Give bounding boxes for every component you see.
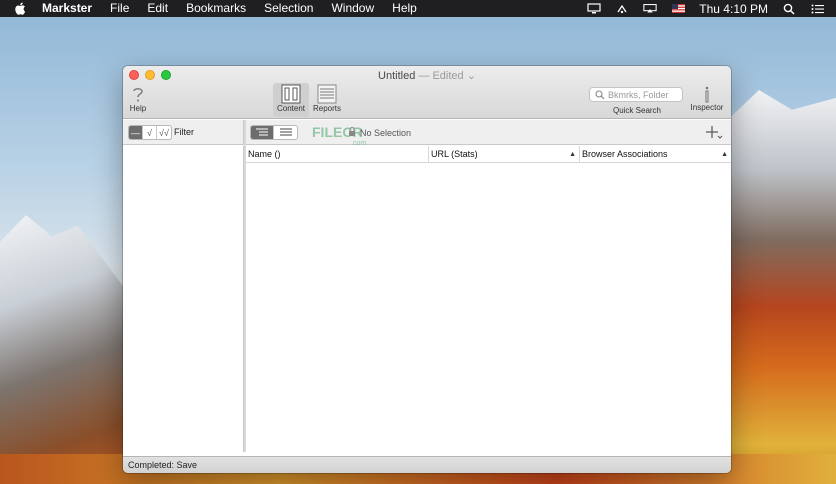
menu-bar: Markster File Edit Bookmarks Selection W… [0, 0, 836, 17]
content-panel-icon [273, 84, 309, 104]
help-button[interactable]: Help [126, 86, 150, 113]
content-label: Content [276, 104, 306, 113]
table-header: Name () URL (Stats) ▲ Browser Associatio… [246, 146, 731, 163]
filter-none-segment[interactable]: — [129, 126, 143, 139]
filter-segmented-control: — √ √√ [128, 125, 172, 140]
column-header-browser[interactable]: Browser Associations ▲ [580, 146, 731, 163]
filter-double-check-segment[interactable]: √√ [157, 126, 171, 139]
wifi-share-icon[interactable] [615, 3, 629, 15]
markster-window: Untitled — Edited ⌄ Help Content Reports [123, 66, 731, 473]
menu-file[interactable]: File [110, 0, 129, 17]
inspector-label: Inspector [690, 103, 724, 112]
outline-view-icon[interactable] [251, 126, 274, 139]
sort-arrows-icon: ▲ [721, 151, 728, 158]
window-titlebar-toolbar[interactable]: Untitled — Edited ⌄ Help Content Reports [123, 66, 731, 119]
apple-menu-icon[interactable] [12, 1, 28, 17]
filter-check-segment[interactable]: √ [143, 126, 157, 139]
inspector-button[interactable]: Inspector [685, 85, 729, 112]
sidebar-header: — √ √√ Filter [123, 120, 244, 145]
notification-center-icon[interactable] [810, 3, 824, 15]
question-mark-icon [126, 86, 150, 104]
column-name-label: Name [248, 149, 273, 159]
info-icon [685, 85, 729, 103]
selection-status: No Selection [348, 127, 411, 138]
quick-search: Bkmrks, Folder Quick Search [589, 87, 685, 115]
reports-list-icon [309, 84, 345, 104]
window-edited-text: — Edited [418, 70, 464, 82]
filter-label: Filter [174, 127, 194, 137]
title-chevron-down-icon[interactable]: ⌄ [467, 70, 476, 82]
us-flag-icon[interactable] [671, 3, 685, 15]
quick-search-input[interactable]: Bkmrks, Folder [589, 87, 683, 102]
status-text: Completed: Save [128, 460, 198, 470]
quick-search-placeholder: Bkmrks, Folder [608, 89, 669, 100]
plus-chevron-icon [706, 126, 723, 139]
menu-selection[interactable]: Selection [264, 0, 313, 17]
airplay-icon[interactable] [643, 3, 657, 15]
menu-bookmarks[interactable]: Bookmarks [186, 0, 246, 17]
no-selection-text: No Selection [360, 127, 412, 138]
column-url-label: URL (Stats) [431, 149, 478, 159]
help-label: Help [129, 104, 147, 113]
column-header-name[interactable]: Name () [246, 146, 429, 163]
desktop-mountain-right [726, 90, 836, 484]
add-item-button[interactable] [705, 124, 723, 140]
column-header-url[interactable]: URL (Stats) ▲ [429, 146, 580, 163]
column-browser-label: Browser Associations [582, 149, 668, 159]
menu-edit[interactable]: Edit [147, 0, 168, 17]
sort-arrows-icon: ▲ [569, 151, 576, 158]
menu-help[interactable]: Help [392, 0, 417, 17]
lock-icon [348, 127, 356, 138]
bookmarks-table[interactable] [246, 164, 731, 452]
sidebar-list[interactable] [123, 146, 244, 452]
window-title[interactable]: Untitled — Edited ⌄ [123, 69, 731, 82]
reports-label: Reports [312, 104, 341, 113]
list-view-icon[interactable] [274, 126, 297, 139]
quick-search-label: Quick Search [612, 106, 662, 115]
view-mode-segmented-control [250, 125, 298, 140]
reports-button[interactable]: Reports [309, 84, 345, 113]
magnifier-icon [595, 90, 605, 101]
spotlight-search-icon[interactable] [782, 3, 796, 15]
status-bar: Completed: Save [123, 456, 731, 473]
menu-app-name[interactable]: Markster [42, 0, 92, 17]
menu-clock[interactable]: Thu 4:10 PM [699, 2, 768, 16]
display-icon[interactable] [587, 3, 601, 15]
content-button[interactable]: Content [273, 83, 309, 117]
content-header: FILECR .com No Selection [246, 120, 731, 147]
desktop-mountain-left [0, 215, 130, 484]
column-name-sort-text: () [274, 149, 281, 159]
menu-window[interactable]: Window [331, 0, 374, 17]
window-title-text: Untitled [378, 70, 416, 82]
